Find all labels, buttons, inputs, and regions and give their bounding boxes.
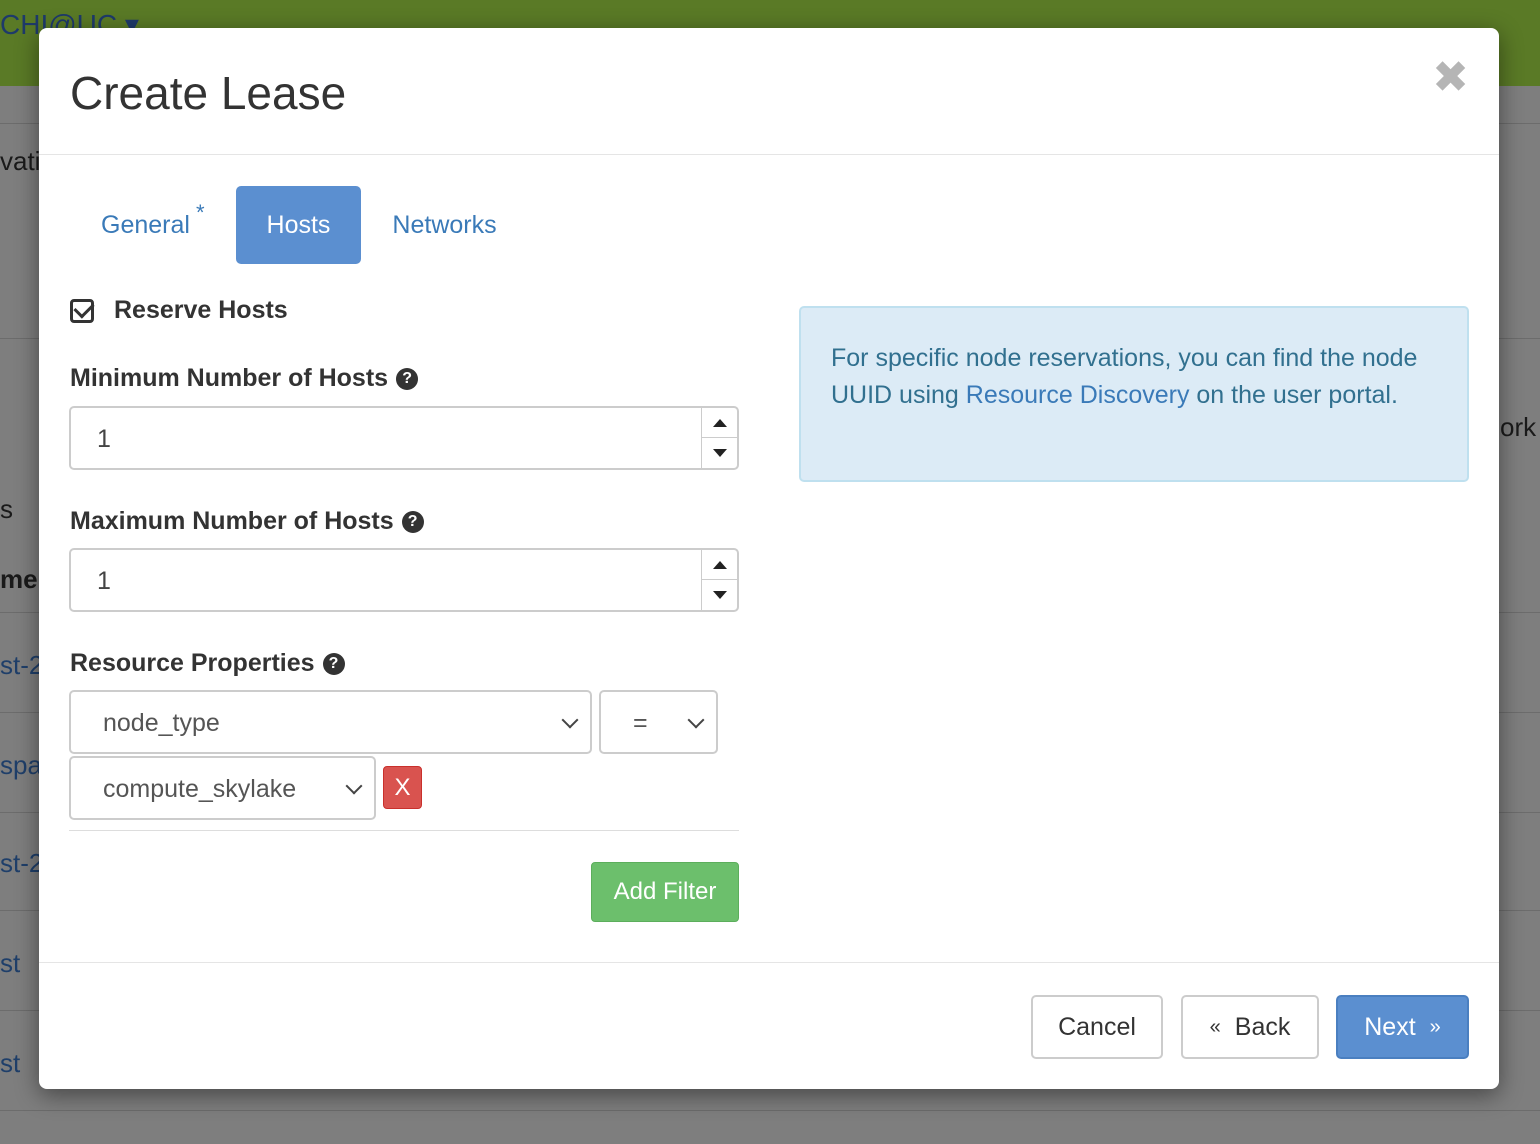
resource-discovery-link[interactable]: Resource Discovery xyxy=(966,381,1190,409)
question-circle-icon[interactable]: ? xyxy=(396,367,419,390)
tab-general[interactable]: General * xyxy=(70,186,236,264)
back-button[interactable]: « Back xyxy=(1181,995,1319,1059)
background-fragment: vati xyxy=(0,146,41,176)
max-hosts-spinner xyxy=(701,550,737,610)
create-lease-modal: Create Lease ✖ General * Hosts Networks R… xyxy=(39,28,1499,1089)
background-fragment: st-2 xyxy=(0,650,44,680)
checkbox-checked-icon[interactable] xyxy=(70,298,94,323)
chevron-down-icon xyxy=(345,777,363,795)
min-hosts-input[interactable]: 1 xyxy=(69,406,739,470)
spinner-down-icon[interactable] xyxy=(702,438,737,468)
max-hosts-label: Maximum Number of Hosts ? xyxy=(70,507,424,536)
tab-networks[interactable]: Networks xyxy=(361,186,527,264)
question-circle-icon[interactable]: ? xyxy=(401,510,424,533)
modal-header: Create Lease ✖ xyxy=(39,28,1499,155)
question-circle-icon[interactable]: ? xyxy=(322,652,345,675)
cancel-button[interactable]: Cancel xyxy=(1031,995,1163,1059)
reserve-hosts-label: Reserve Hosts xyxy=(114,296,288,324)
min-hosts-spinner xyxy=(701,408,737,468)
close-icon[interactable]: ✖ xyxy=(1432,56,1469,100)
chevron-down-icon xyxy=(561,711,579,729)
property-select[interactable]: node_type xyxy=(69,690,592,754)
next-button[interactable]: Next » xyxy=(1336,995,1469,1059)
operator-select[interactable]: = xyxy=(599,690,718,754)
reserve-hosts-checkbox-row[interactable]: Reserve Hosts xyxy=(70,296,288,325)
min-hosts-label: Minimum Number of Hosts ? xyxy=(70,364,419,393)
double-chevron-left-icon: « xyxy=(1209,1015,1221,1038)
info-alert: For specific node reservations, you can … xyxy=(799,306,1469,482)
property-value-select[interactable]: compute_skylake xyxy=(69,756,376,820)
background-fragment: st xyxy=(0,1048,21,1078)
add-filter-button[interactable]: Add Filter xyxy=(591,862,739,922)
wizard-tabs: General * Hosts Networks xyxy=(70,186,528,264)
max-hosts-input[interactable]: 1 xyxy=(69,548,739,612)
background-fragment: me xyxy=(0,564,38,594)
required-asterisk: * xyxy=(195,200,205,225)
modal-title: Create Lease xyxy=(70,67,347,119)
background-fragment: spa xyxy=(0,750,42,780)
background-fragment: st xyxy=(0,948,21,978)
background-fragment: s xyxy=(0,494,13,524)
double-chevron-right-icon: » xyxy=(1429,1015,1441,1038)
tab-hosts[interactable]: Hosts xyxy=(235,186,362,264)
resource-properties-label: Resource Properties ? xyxy=(70,649,345,678)
background-fragment: st-2 xyxy=(0,848,44,878)
chevron-down-icon xyxy=(687,711,705,729)
divider xyxy=(69,830,739,831)
spinner-up-icon[interactable] xyxy=(702,550,737,580)
modal-footer: Cancel « Back Next » xyxy=(39,962,1499,1089)
remove-filter-button[interactable]: X xyxy=(383,766,422,809)
spinner-down-icon[interactable] xyxy=(702,580,737,610)
background-fragment: ork xyxy=(1500,412,1537,442)
spinner-up-icon[interactable] xyxy=(702,408,737,438)
